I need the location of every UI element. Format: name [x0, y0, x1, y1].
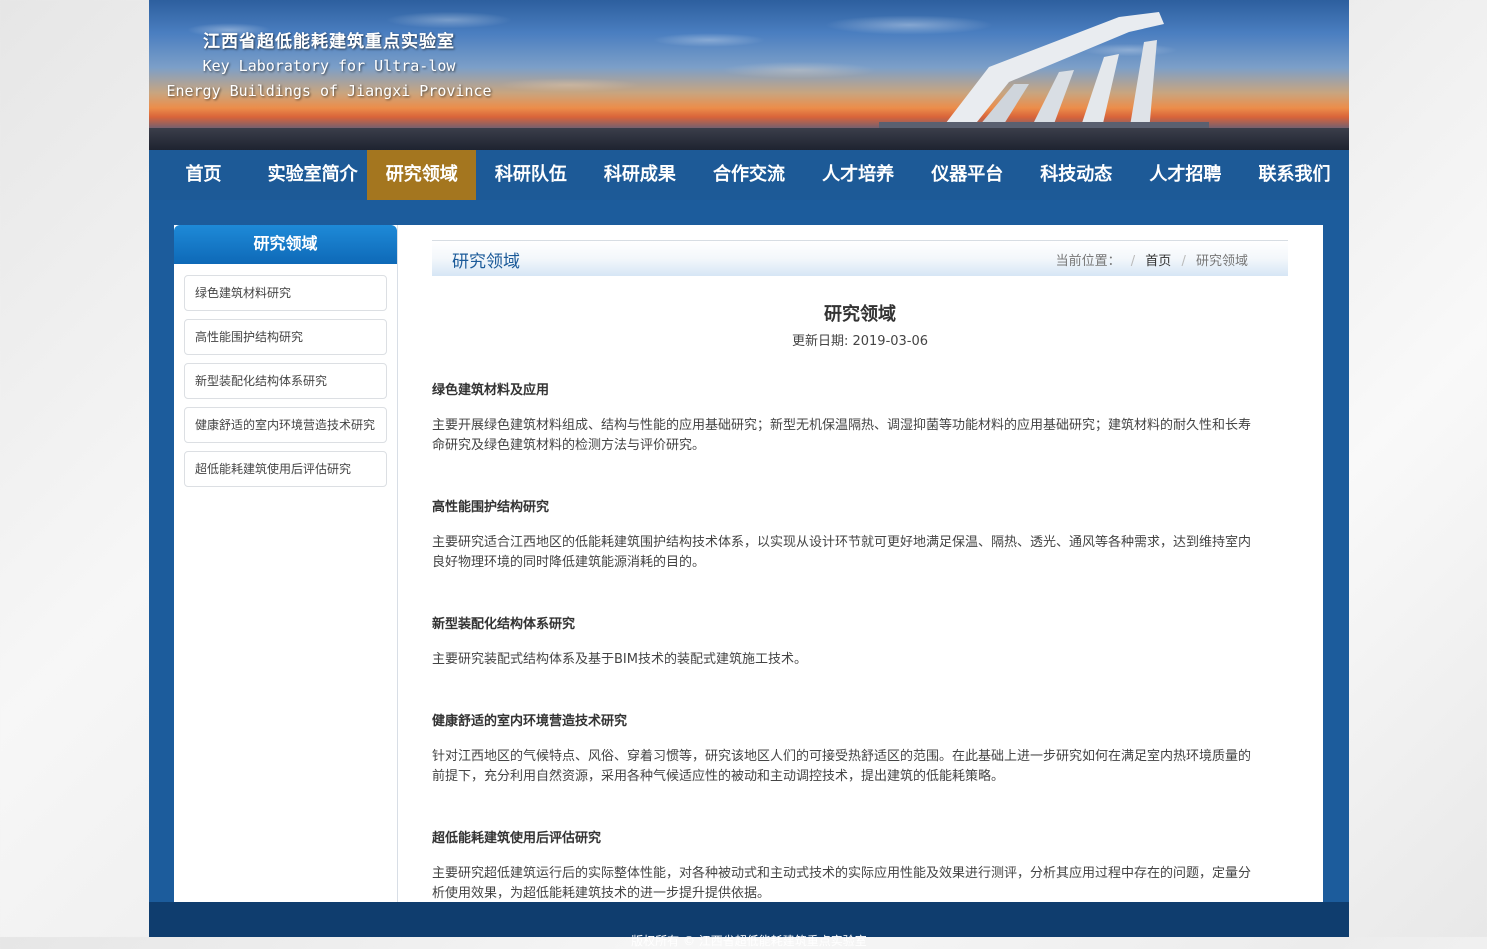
- nav-item-cooperation[interactable]: 合作交流: [694, 150, 803, 200]
- site-title-zh: 江西省超低能耗建筑重点实验室: [203, 32, 455, 52]
- banner-ground: [149, 128, 1349, 150]
- breadcrumb-current: 研究领域: [1195, 254, 1248, 269]
- nav-item-about[interactable]: 实验室简介: [258, 150, 367, 200]
- sidebar: 研究领域 绿色建筑材料研究 高性能围护结构研究 新型装配化结构体系研究 健康舒适…: [174, 225, 398, 902]
- section-text: 针对江西地区的气候特点、风俗、穿着习惯等，研究该地区人们的可接受热舒适区的范围。…: [432, 749, 1252, 784]
- sidebar-item-post-occupancy[interactable]: 超低能耗建筑使用后评估研究: [184, 451, 387, 487]
- site-title-en-line1: Key Laboratory for Ultra-low: [202, 57, 456, 75]
- section-text: 主要开展绿色建筑材料组成、结构与性能的应用基础研究；新型无机保温隔热、调湿抑菌等…: [432, 418, 1252, 453]
- article-title: 研究领域: [824, 304, 896, 325]
- section-heading: 健康舒适的室内环境营造技术研究: [432, 714, 628, 729]
- section-heading: 超低能耗建筑使用后评估研究: [432, 831, 602, 846]
- footer-text: 版权所有 © 江西省超低能耗建筑重点实验室: [631, 934, 867, 948]
- footer: 版权所有 © 江西省超低能耗建筑重点实验室: [149, 902, 1349, 948]
- nav-item-instruments[interactable]: 仪器平台: [913, 150, 1022, 200]
- article-section: 绿色建筑材料及应用 主要开展绿色建筑材料组成、结构与性能的应用基础研究；新型无机…: [432, 379, 1288, 456]
- nav-item-recruitment[interactable]: 人才招聘: [1131, 150, 1240, 200]
- section-text: 主要研究超低建筑运行后的实际整体性能，对各种被动式和主动式技术的实际应用性能及效…: [432, 866, 1252, 901]
- breadcrumb-label: 当前位置：: [1055, 254, 1121, 269]
- campus-gate-illustration: [879, 12, 1209, 134]
- breadcrumb-home-link[interactable]: 首页: [1145, 254, 1171, 269]
- section-heading: 新型装配化结构体系研究: [432, 617, 576, 632]
- nav-item-achievements[interactable]: 科研成果: [585, 150, 694, 200]
- section-header-bar: 研究领域 当前位置： / 首页 / 研究领域: [432, 240, 1288, 276]
- header-banner: 江西省超低能耗建筑重点实验室 Key Laboratory for Ultra-…: [149, 0, 1349, 150]
- main-content: 研究领域 当前位置： / 首页 / 研究领域 研究领域 更新日期: 2019-0…: [432, 240, 1288, 944]
- sidebar-item-prefab-structure[interactable]: 新型装配化结构体系研究: [184, 363, 387, 399]
- article-body: 绿色建筑材料及应用 主要开展绿色建筑材料组成、结构与性能的应用基础研究；新型无机…: [432, 379, 1288, 904]
- breadcrumb-separator: /: [1181, 254, 1186, 269]
- section-heading: 高性能围护结构研究: [432, 500, 550, 515]
- sidebar-item-green-materials[interactable]: 绿色建筑材料研究: [184, 275, 387, 311]
- nav-item-team[interactable]: 科研队伍: [476, 150, 585, 200]
- sidebar-item-envelope[interactable]: 高性能围护结构研究: [184, 319, 387, 355]
- nav-item-research[interactable]: 研究领域: [367, 150, 477, 200]
- nav-item-news[interactable]: 科技动态: [1022, 150, 1131, 200]
- sidebar-list: 绿色建筑材料研究 高性能围护结构研究 新型装配化结构体系研究 健康舒适的室内环境…: [174, 264, 397, 506]
- nav-item-home[interactable]: 首页: [149, 150, 258, 200]
- article-section: 健康舒适的室内环境营造技术研究 针对江西地区的气候特点、风俗、穿着习惯等，研究该…: [432, 710, 1288, 787]
- sidebar-item-indoor-environment[interactable]: 健康舒适的室内环境营造技术研究: [184, 407, 387, 443]
- site-title: 江西省超低能耗建筑重点实验室 Key Laboratory for Ultra-…: [159, 30, 499, 104]
- nav-item-training[interactable]: 人才培养: [804, 150, 913, 200]
- page-wrapper: 江西省超低能耗建筑重点实验室 Key Laboratory for Ultra-…: [149, 0, 1349, 948]
- section-heading: 绿色建筑材料及应用: [432, 383, 550, 398]
- sidebar-title: 研究领域: [174, 225, 397, 264]
- content-panel: 研究领域 绿色建筑材料研究 高性能围护结构研究 新型装配化结构体系研究 健康舒适…: [174, 225, 1323, 902]
- breadcrumb-separator: /: [1130, 254, 1136, 269]
- section-title: 研究领域: [452, 252, 520, 272]
- article-section: 新型装配化结构体系研究 主要研究装配式结构体系及基于BIM技术的装配式建筑施工技…: [432, 613, 1288, 670]
- breadcrumb: 当前位置： / 首页 / 研究领域: [1056, 250, 1248, 269]
- article-section: 高性能围护结构研究 主要研究适合江西地区的低能耗建筑围护结构技术体系，以实现从设…: [432, 496, 1288, 573]
- section-text: 主要研究装配式结构体系及基于BIM技术的装配式建筑施工技术。: [432, 652, 807, 667]
- article-section: 超低能耗建筑使用后评估研究 主要研究超低建筑运行后的实际整体性能，对各种被动式和…: [432, 827, 1288, 904]
- main-nav: 首页 实验室简介 研究领域 科研队伍 科研成果 合作交流 人才培养 仪器平台 科…: [149, 150, 1349, 200]
- section-text: 主要研究适合江西地区的低能耗建筑围护结构技术体系，以实现从设计环节就可更好地满足…: [432, 535, 1252, 570]
- article-date: 更新日期: 2019-03-06: [791, 334, 929, 349]
- nav-item-contact[interactable]: 联系我们: [1240, 150, 1349, 200]
- site-title-en-line2: Energy Buildings of Jiangxi Province: [166, 82, 492, 100]
